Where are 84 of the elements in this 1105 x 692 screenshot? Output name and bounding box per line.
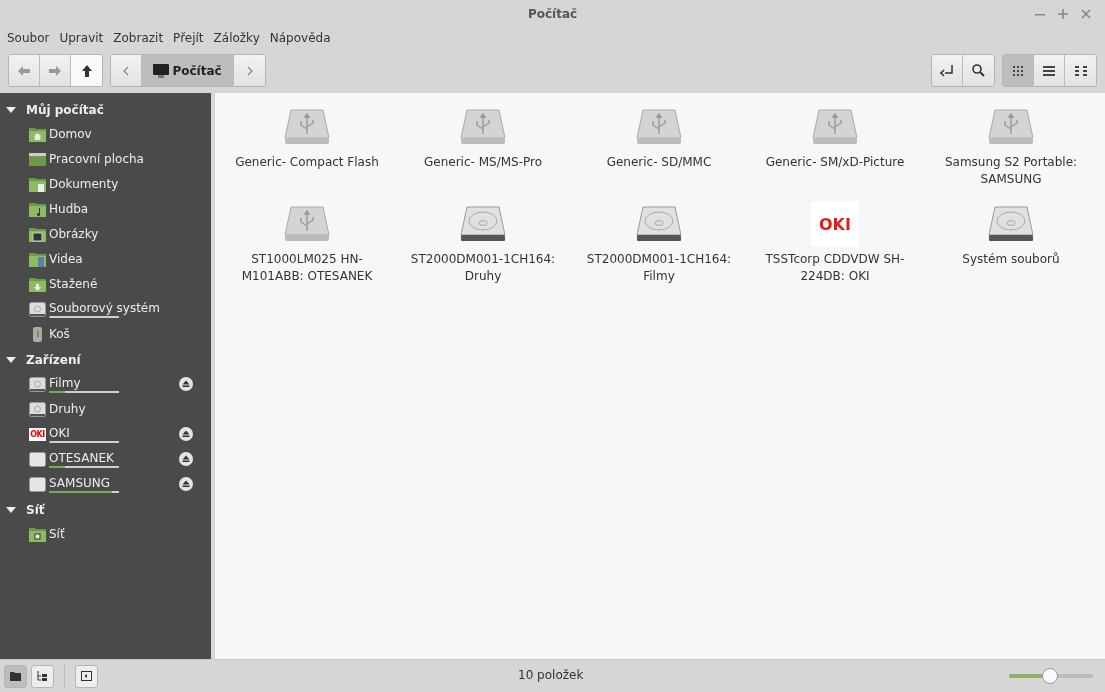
up-button[interactable] xyxy=(71,55,102,86)
sidebar-item[interactable]: Stažené xyxy=(49,277,98,292)
hard-drive-icon xyxy=(29,302,46,317)
folder-icon xyxy=(29,252,46,267)
sidebar-item[interactable]: OKI xyxy=(49,426,119,441)
sidebar-item[interactable]: Filmy xyxy=(49,376,119,391)
grid-icon xyxy=(1013,65,1023,76)
file-label[interactable]: Systém souborů xyxy=(962,251,1060,268)
file-label[interactable]: Samsung S2 Portable: SAMSUNG xyxy=(928,154,1094,188)
search-button[interactable] xyxy=(963,55,994,86)
sidebar-item[interactable]: Síť xyxy=(49,527,65,542)
chevron-right-icon xyxy=(246,65,253,76)
item-count: 10 položek xyxy=(518,668,584,682)
section-heading: Zařízení xyxy=(26,352,81,367)
expander-icon[interactable] xyxy=(6,356,16,363)
sidebar-item[interactable]: Pracovní plocha xyxy=(49,152,144,167)
file-label[interactable]: ST1000LM025 HN-M101ABB: OTESANEK xyxy=(224,251,390,285)
return-arrow-icon xyxy=(940,64,954,77)
expander-icon[interactable] xyxy=(6,506,16,513)
sidebar-item[interactable]: Videa xyxy=(49,252,83,267)
chevron-left-icon xyxy=(123,65,129,76)
columns-icon xyxy=(1074,65,1087,76)
list-view-button[interactable] xyxy=(1034,55,1065,86)
menu-item[interactable]: Zobrazit xyxy=(113,31,164,45)
up-arrow-icon xyxy=(81,64,92,77)
menu-item[interactable]: Soubor xyxy=(7,31,50,45)
logo-icon: OKI xyxy=(29,428,46,441)
drive-icon xyxy=(29,452,46,467)
sidebar-item[interactable]: Domov xyxy=(49,127,92,142)
sidebar-item[interactable]: Dokumenty xyxy=(49,177,119,192)
hard-drive-icon xyxy=(29,402,46,417)
eject-icon[interactable] xyxy=(179,427,193,441)
tree-button[interactable] xyxy=(31,664,54,688)
sidebar-panel-icon xyxy=(81,671,92,681)
monitor-icon xyxy=(153,63,170,78)
sidebar-item[interactable]: Obrázky xyxy=(49,227,99,242)
sidebar-item[interactable]: OTESANEK xyxy=(49,451,119,466)
forward-arrow-icon xyxy=(49,65,61,76)
compact-view-button[interactable] xyxy=(1065,55,1096,86)
folder-icon xyxy=(29,277,46,292)
expander-icon[interactable] xyxy=(6,106,16,113)
icon-view-button[interactable] xyxy=(1003,55,1034,86)
places-button[interactable] xyxy=(4,664,27,688)
folder-icon xyxy=(29,177,46,192)
eject-icon[interactable] xyxy=(179,452,193,466)
file-label[interactable]: TSSTcorp CDDVDW SH-224DB: OKI xyxy=(752,251,918,285)
menu-item[interactable]: Přejít xyxy=(173,31,204,45)
folder-icon xyxy=(29,227,46,242)
back-arrow-icon xyxy=(18,65,30,76)
window-title: Počítač xyxy=(527,7,578,21)
sidebar-item[interactable]: Druhy xyxy=(49,402,86,417)
search-icon xyxy=(972,64,985,77)
sidebar-item[interactable]: Hudba xyxy=(49,202,89,217)
hard-drive-icon xyxy=(29,377,46,392)
file-label[interactable]: Generic- SM/xD-Picture xyxy=(765,154,905,171)
section-heading: Síť xyxy=(26,502,45,517)
logo-icon[interactable]: OKI xyxy=(811,202,859,246)
folder-icon xyxy=(10,671,21,681)
location-toggle-button[interactable] xyxy=(932,55,963,86)
menu-item[interactable]: Nápověda xyxy=(269,31,331,45)
sidebar-item[interactable]: Souborový systém xyxy=(49,301,160,316)
folder-icon xyxy=(29,127,46,142)
list-icon xyxy=(1043,65,1055,76)
eject-icon[interactable] xyxy=(179,377,193,391)
breadcrumb-button[interactable]: Počítač xyxy=(142,55,234,86)
file-label[interactable]: ST2000DM001-1CH164: Druhy xyxy=(400,251,566,285)
folder-icon xyxy=(29,202,46,217)
eject-icon[interactable] xyxy=(179,477,193,491)
folder-icon xyxy=(29,527,46,542)
section-heading: Můj počítač xyxy=(26,102,104,117)
tree-icon xyxy=(37,671,48,681)
sidebar-toggle-button[interactable] xyxy=(75,664,98,688)
file-label[interactable]: Generic- SD/MMC xyxy=(606,154,712,171)
zoom-slider[interactable] xyxy=(1009,668,1093,684)
sidebar-item[interactable]: Koš xyxy=(49,327,70,342)
drive-icon xyxy=(29,477,46,492)
file-label[interactable]: Generic- Compact Flash xyxy=(235,154,379,171)
back-button[interactable] xyxy=(9,55,40,86)
desktop-icon xyxy=(29,152,46,167)
menu-item[interactable]: Záložky xyxy=(213,31,260,45)
menu-item[interactable]: Upravit xyxy=(59,31,104,45)
sidebar-item[interactable]: SAMSUNG xyxy=(49,476,119,491)
file-label[interactable]: ST2000DM001-1CH164: Filmy xyxy=(576,251,742,285)
file-label[interactable]: Generic- MS/MS-Pro xyxy=(424,154,542,171)
